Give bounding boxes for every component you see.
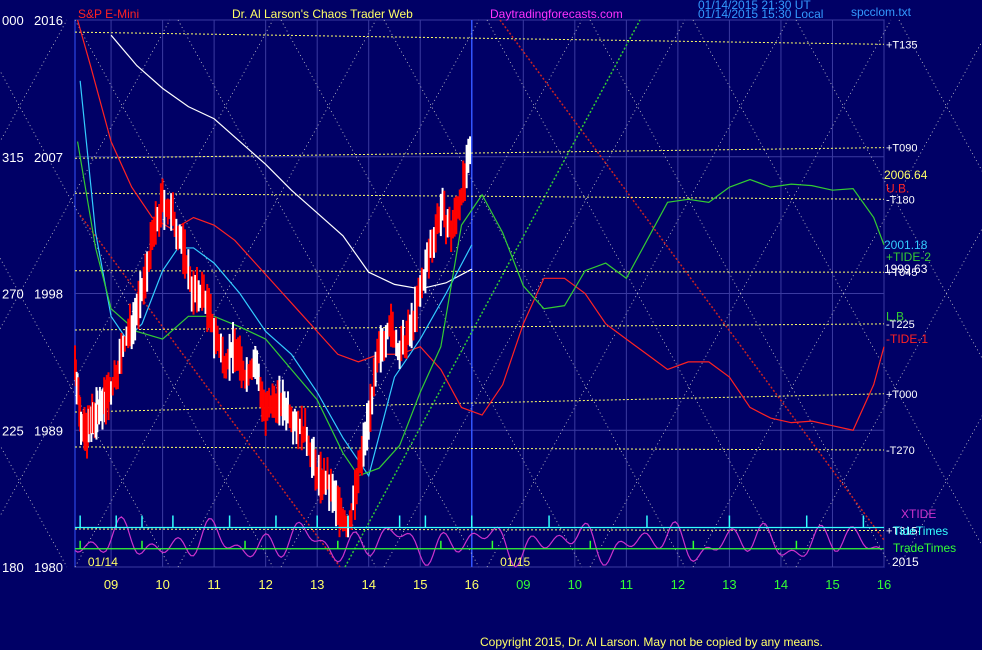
x-tick-label: 09 — [516, 577, 530, 592]
band-label: +TIDE-2 — [886, 250, 931, 264]
legend-entry: XTIDE — [901, 507, 936, 521]
band-label: U.B. — [886, 182, 909, 196]
price-label: 1999.63 — [884, 262, 928, 276]
x-tick-label: 11 — [620, 577, 634, 592]
y-tick-label-right: 1980 — [34, 560, 63, 575]
data-file-name: spcclom.txt — [851, 5, 912, 19]
planet-line-label: -T270 — [886, 445, 915, 457]
y-tick-label-left: 270 — [2, 287, 24, 302]
x-tick-label: 09 — [104, 577, 118, 592]
legend-entry: TradeTimes — [893, 541, 956, 555]
y-tick-label-right: 1998 — [34, 287, 63, 302]
x-tick-label: 13 — [722, 577, 736, 592]
y-tick-label-left: 180 — [2, 560, 24, 575]
x-tick-label: 14 — [361, 577, 375, 592]
x-tick-label: 12 — [671, 577, 685, 592]
x-tick-label: 16 — [465, 577, 479, 592]
chart-background — [0, 0, 982, 650]
x-tick-label: 15 — [413, 577, 427, 592]
band-label: L.B. — [886, 309, 907, 323]
y-tick-label-right: 2016 — [34, 13, 63, 28]
x-tick-label: 10 — [155, 577, 169, 592]
y-tick-label-left: 315 — [2, 150, 24, 165]
planet-line-label: +T135 — [886, 39, 918, 51]
planet-line-label: -T180 — [886, 194, 915, 206]
x-tick-label: 14 — [774, 577, 788, 592]
x-tick-label: 15 — [825, 577, 839, 592]
chaos-trader-chart: +T135+T090-T180+T045-T225+T000-T270+T315… — [0, 0, 982, 650]
date-label: 01/15 — [500, 555, 530, 569]
planet-line-label: +T090 — [886, 143, 918, 155]
x-tick-label: 16 — [877, 577, 891, 592]
chart-title: Dr. Al Larson's Chaos Trader Web — [232, 7, 413, 21]
chart-symbol: S&P E-Mini — [78, 7, 139, 21]
copyright-notice: Copyright 2015, Dr. Al Larson. May not b… — [480, 635, 823, 649]
x-tick-label: 12 — [258, 577, 272, 592]
planet-line-label: +T000 — [886, 389, 918, 401]
year-label: 2015 — [892, 555, 919, 569]
y-tick-label-right: 1989 — [34, 423, 63, 438]
timestamp-local: 01/14/2015 15:30 Local — [698, 7, 823, 21]
x-tick-label: 13 — [310, 577, 324, 592]
x-tick-label: 11 — [207, 577, 221, 592]
price-label: 2006.64 — [884, 168, 928, 182]
x-tick-label: 10 — [568, 577, 582, 592]
y-tick-label-left: 000 — [2, 13, 24, 28]
y-tick-label-left: 225 — [2, 423, 24, 438]
band-label: -TIDE-1 — [886, 332, 928, 346]
site-link[interactable]: Daytradingforecasts.com — [490, 7, 623, 21]
legend-entry: TideTimes — [893, 524, 948, 538]
y-tick-label-right: 2007 — [34, 150, 63, 165]
date-label: 01/14 — [88, 555, 118, 569]
